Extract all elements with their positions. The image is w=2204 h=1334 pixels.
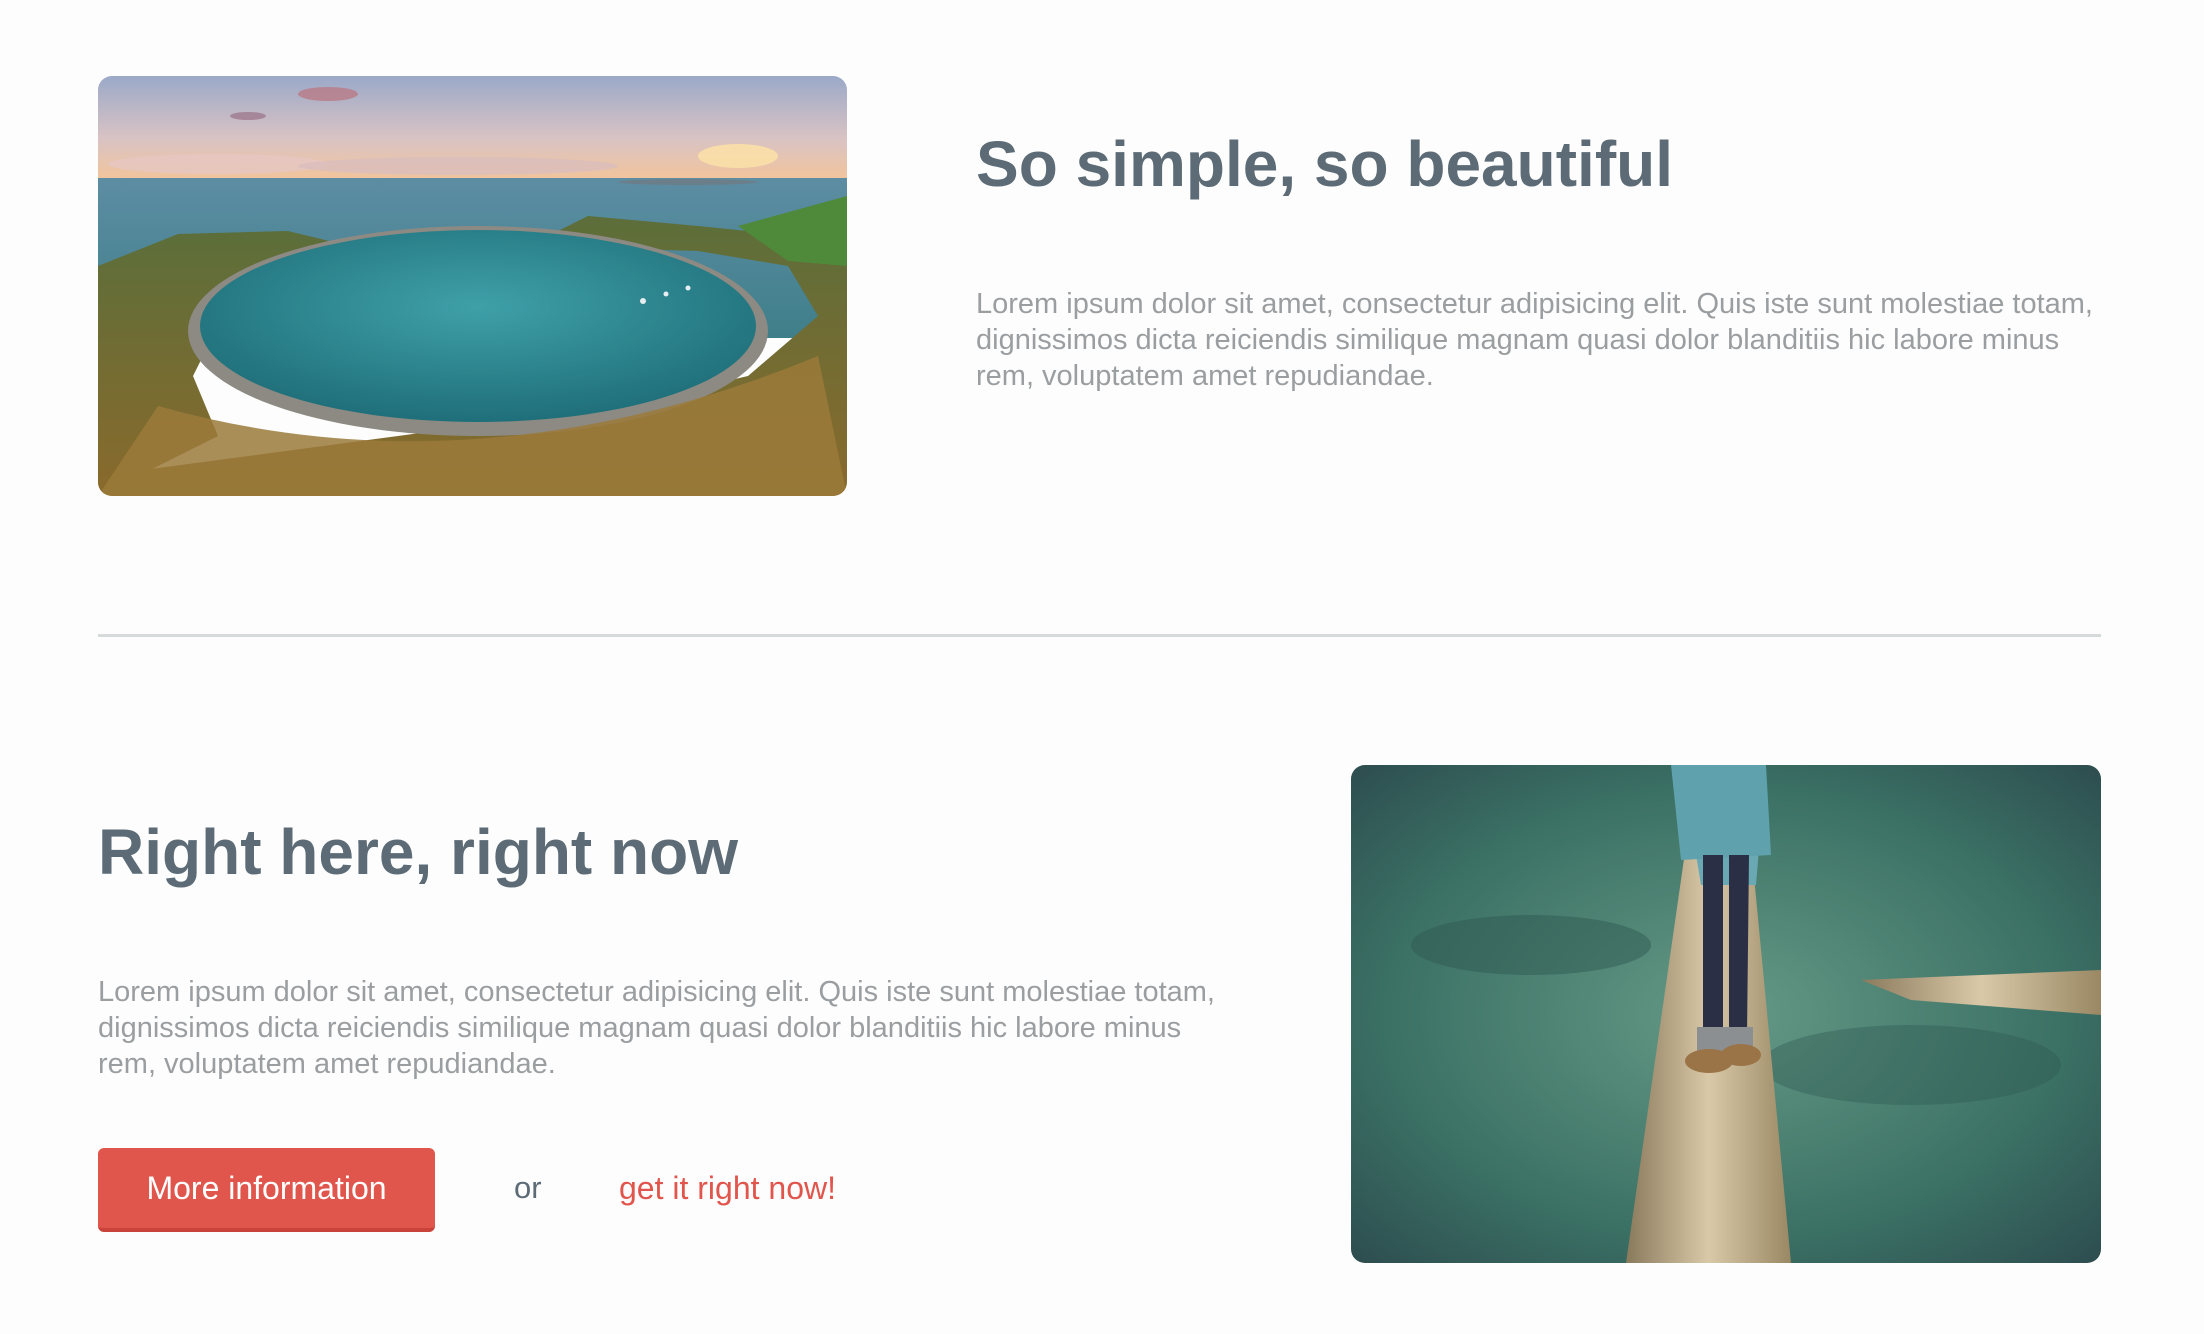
section-one-heading: So simple, so beautiful <box>976 128 1673 200</box>
cove-photo <box>98 76 847 496</box>
page: So simple, so beautiful Lorem ipsum dolo… <box>0 0 2204 1334</box>
section-divider <box>98 634 2101 637</box>
or-separator: or <box>514 1170 542 1205</box>
section-two-body: Lorem ipsum dolor sit amet, consectetur … <box>98 976 1215 1080</box>
get-it-right-now-link[interactable]: get it right now! <box>619 1170 836 1207</box>
more-information-button[interactable]: More information <box>98 1148 435 1232</box>
log-water-photo <box>1351 765 2101 1263</box>
section-one-body: Lorem ipsum dolor sit amet, consectetur … <box>976 288 2093 392</box>
section-two-heading: Right here, right now <box>98 816 738 888</box>
